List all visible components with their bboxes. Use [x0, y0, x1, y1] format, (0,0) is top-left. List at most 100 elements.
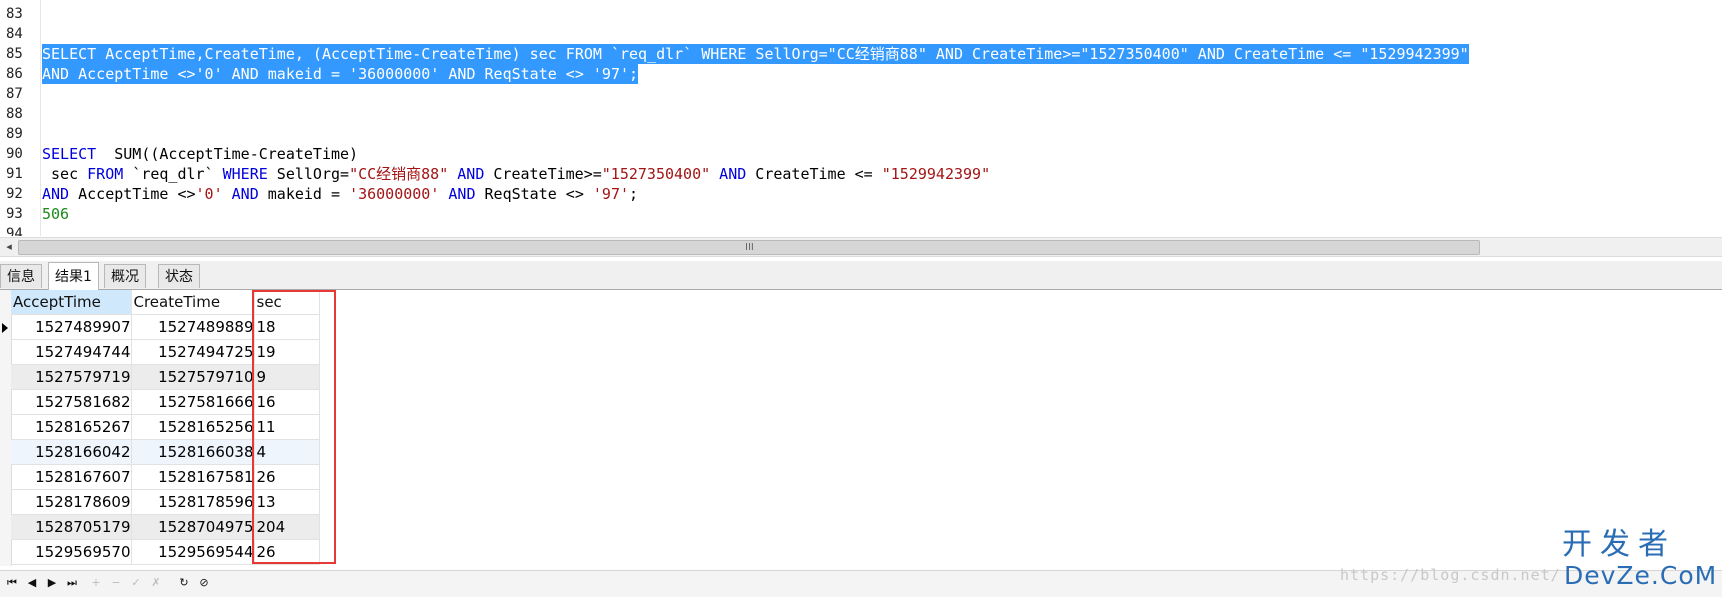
line-number-gutter: 83 84 85 86 87 88 89 90 91 92 93 94 [0, 0, 41, 236]
table-row[interactable]: 1527581682 1527581666 16 [11, 389, 320, 415]
scrollbar-thumb[interactable]: III [18, 240, 1480, 255]
table-row[interactable]: 1529569570 1529569544 26 [11, 539, 320, 565]
cell-accepttime[interactable]: 1528705179 [11, 514, 132, 540]
code-line[interactable]: SELECT SUM((AcceptTime-CreateTime) [42, 144, 358, 164]
cell-accepttime[interactable]: 1527581682 [11, 389, 132, 415]
cell-sec[interactable]: 9 [254, 364, 320, 390]
table-row[interactable]: 1528165267 1528165256 11 [11, 414, 320, 440]
sql-keyword: FROM [87, 165, 124, 183]
tab-info[interactable]: 信息 [0, 264, 42, 288]
table-row[interactable]: 1528167607 1528167581 26 [11, 464, 320, 490]
cell-createtime[interactable]: 1528167581 [131, 464, 255, 490]
cell-sec[interactable]: 26 [254, 539, 320, 565]
add-record-icon[interactable]: + [88, 574, 104, 592]
current-row-indicator [0, 315, 11, 340]
code-text: ReqState <> [475, 185, 593, 203]
cell-createtime[interactable]: 1528166038 [131, 439, 255, 465]
stop-icon[interactable]: ⊘ [196, 574, 212, 592]
cell-accepttime[interactable]: 1528167607 [11, 464, 132, 490]
line-number: 88 [6, 106, 23, 122]
code-text: AcceptTime <> [69, 185, 196, 203]
sql-keyword: AND [448, 165, 485, 183]
code-text: CreateTime <= [746, 165, 882, 183]
first-record-icon[interactable]: ⏮ [4, 574, 20, 592]
table-row[interactable]: 1528178609 1528178596 13 [11, 489, 320, 515]
cell-sec[interactable]: 4 [254, 439, 320, 465]
sql-editor[interactable]: 83 84 85 86 87 88 89 90 91 92 93 94 SELE… [0, 0, 1722, 236]
sql-string: '36000000' [349, 185, 440, 203]
tab-result-1[interactable]: 结果1 [48, 262, 99, 290]
cell-accepttime[interactable]: 1527494744 [11, 339, 132, 365]
row-pointer-icon [2, 323, 8, 333]
prev-record-icon[interactable]: ◀ [24, 574, 40, 592]
sql-keyword: AND [710, 165, 747, 183]
cell-accepttime[interactable]: 1527489907 [11, 314, 132, 340]
table-row[interactable]: 1527494744 1527494725 19 [11, 339, 320, 365]
column-header-createtime[interactable]: CreateTime [131, 290, 255, 315]
line-number: 83 [6, 6, 23, 22]
cell-sec[interactable]: 18 [254, 314, 320, 340]
next-record-icon[interactable]: ▶ [44, 574, 60, 592]
cell-sec[interactable]: 26 [254, 464, 320, 490]
line-number: 86 [6, 66, 23, 82]
cell-createtime[interactable]: 1527581666 [131, 389, 255, 415]
watermark-url: https://blog.csdn.net/ [1340, 566, 1561, 584]
line-number: 92 [6, 186, 23, 202]
last-record-icon[interactable]: ⏭ [64, 574, 80, 592]
table-row[interactable]: 1527579719 1527579710 9 [11, 364, 320, 390]
apply-changes-icon[interactable]: ✓ [128, 574, 144, 592]
line-number: 89 [6, 126, 23, 142]
cell-createtime[interactable]: 1527579710 [131, 364, 255, 390]
cell-createtime[interactable]: 1528165256 [131, 414, 255, 440]
tab-profile[interactable]: 概况 [104, 264, 146, 288]
result-grid[interactable]: AcceptTime CreateTime sec 1527489907 152… [0, 290, 1722, 566]
cell-sec[interactable]: 204 [254, 514, 320, 540]
cell-accepttime[interactable]: 1528166042 [11, 439, 132, 465]
code-text: makeid = [258, 185, 350, 203]
table-row[interactable]: 1527489907 1527489889 18 [11, 314, 320, 340]
tab-status[interactable]: 状态 [158, 264, 200, 288]
table-row[interactable]: 1528705179 1528704975 204 [11, 514, 320, 540]
horizontal-scrollbar[interactable]: ◂ III [0, 237, 1722, 257]
cell-accepttime[interactable]: 1528178609 [11, 489, 132, 515]
result-tabs: 信息 结果1 概况 状态 [0, 261, 1722, 290]
cell-sec[interactable]: 11 [254, 414, 320, 440]
delete-record-icon[interactable]: − [108, 574, 124, 592]
table-row[interactable]: 1528166042 1528166038 4 [11, 439, 320, 465]
code-line[interactable]: sec FROM `req_dlr` WHERE SellOrg="CC经销商8… [42, 164, 990, 184]
cell-accepttime[interactable]: 1527579719 [11, 364, 132, 390]
code-line-selected[interactable]: SELECT AcceptTime,CreateTime, (AcceptTim… [42, 44, 1469, 64]
watermark-logo-cn: 开发者 [1562, 527, 1676, 562]
code-text: SUM((AcceptTime-CreateTime) [96, 145, 359, 163]
cell-accepttime[interactable]: 1529569570 [11, 539, 132, 565]
cell-createtime[interactable]: 1528704975 [131, 514, 255, 540]
sql-string: '97' [592, 185, 630, 203]
cell-sec[interactable]: 13 [254, 489, 320, 515]
line-number: 84 [6, 26, 23, 42]
cell-createtime[interactable]: 1529569544 [131, 539, 255, 565]
discard-changes-icon[interactable]: ✗ [148, 574, 164, 592]
sql-string: "CC经销商88" [349, 165, 449, 183]
cell-createtime[interactable]: 1527494725 [131, 339, 255, 365]
sql-keyword: AND [42, 185, 70, 203]
code-line[interactable]: AND AcceptTime <>'0' AND makeid = '36000… [42, 184, 638, 204]
code-line[interactable]: 506 [42, 204, 69, 224]
refresh-icon[interactable]: ↻ [176, 574, 192, 592]
sql-string: '0' [195, 185, 223, 203]
line-number: 94 [6, 226, 23, 236]
column-header-sec[interactable]: sec [254, 290, 320, 315]
cell-createtime[interactable]: 1527489889 [131, 314, 255, 340]
line-number: 90 [6, 146, 23, 162]
column-header-accepttime[interactable]: AcceptTime [11, 290, 132, 315]
line-number: 87 [6, 86, 23, 102]
cell-sec[interactable]: 16 [254, 389, 320, 415]
code-line-selected[interactable]: AND AcceptTime <>'0' AND makeid = '36000… [42, 64, 639, 84]
sql-keyword: AND [222, 185, 259, 203]
cell-createtime[interactable]: 1528178596 [131, 489, 255, 515]
cell-sec[interactable]: 19 [254, 339, 320, 365]
result-table[interactable]: AcceptTime CreateTime sec 1527489907 152… [11, 290, 320, 565]
line-number: 93 [6, 206, 23, 222]
scroll-left-arrow-icon[interactable]: ◂ [2, 238, 16, 256]
code-text: ; [629, 185, 639, 203]
cell-accepttime[interactable]: 1528165267 [11, 414, 132, 440]
